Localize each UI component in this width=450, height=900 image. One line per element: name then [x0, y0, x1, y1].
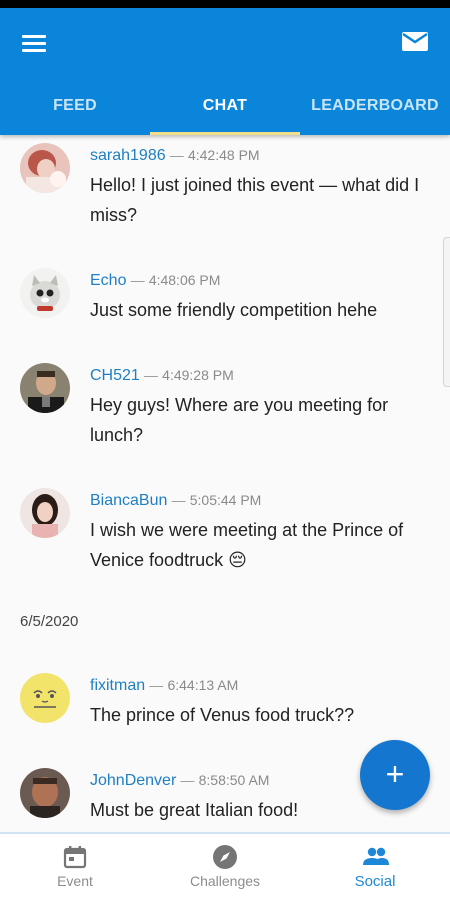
- message-header: JohnDenver — 8:58:50 AM: [90, 772, 269, 790]
- menu-icon[interactable]: [22, 32, 48, 54]
- message-username[interactable]: CH521: [90, 367, 140, 384]
- tab-bar: FEED CHAT LEADERBOARD: [0, 88, 450, 135]
- message-text: The prince of Venus food truck??: [90, 705, 355, 725]
- drawn-face-avatar[interactable]: [20, 673, 70, 723]
- tab-feed[interactable]: FEED: [0, 88, 150, 135]
- mail-icon[interactable]: [400, 28, 430, 54]
- drawer-edge-handle[interactable]: [443, 237, 450, 387]
- message-username[interactable]: BiancaBun: [90, 492, 167, 509]
- message-username[interactable]: JohnDenver: [90, 772, 176, 789]
- message-header: BiancaBun — 5:05:44 PM: [90, 492, 261, 510]
- separator: —: [169, 147, 184, 163]
- separator: —: [180, 772, 195, 788]
- message-username[interactable]: sarah1986: [90, 147, 166, 164]
- separator: —: [130, 272, 145, 288]
- bottom-navigation: Event Challenges Social: [0, 832, 450, 900]
- user-photo-avatar[interactable]: [20, 768, 70, 818]
- message-text: Just some friendly competition hehe: [90, 300, 378, 320]
- chat-list[interactable]: sarah1986 — 4:42:48 PM Hello! I just joi…: [0, 135, 450, 832]
- compass-icon: [212, 844, 238, 870]
- add-message-button[interactable]: +: [360, 740, 430, 810]
- user-photo-avatar[interactable]: [20, 363, 70, 413]
- message-time: 4:48:06 PM: [148, 272, 221, 288]
- message-time: 6:44:13 AM: [167, 677, 239, 693]
- nav-social[interactable]: Social: [300, 834, 450, 900]
- nav-social-label: Social: [354, 873, 396, 890]
- status-bar: [0, 0, 450, 8]
- message-header: fixitman — 6:44:13 AM: [90, 677, 238, 695]
- message-time: 4:42:48 PM: [187, 147, 260, 163]
- date-divider: 6/5/2020: [20, 613, 79, 630]
- message-header: Echo — 4:48:06 PM: [90, 272, 220, 290]
- tab-indicator: [150, 132, 300, 135]
- cat-photo-avatar[interactable]: [20, 268, 70, 318]
- message-time: 5:05:44 PM: [189, 492, 262, 508]
- separator: —: [171, 492, 186, 508]
- plus-icon: +: [385, 756, 405, 792]
- nav-event[interactable]: Event: [0, 834, 150, 900]
- nav-challenges[interactable]: Challenges: [150, 834, 300, 900]
- user-photo-avatar[interactable]: [20, 143, 70, 193]
- message-header: sarah1986 — 4:42:48 PM: [90, 147, 260, 165]
- people-icon: [362, 844, 389, 870]
- tab-chat[interactable]: CHAT: [150, 88, 300, 135]
- message-text: I wish we were meeting at the Prince of …: [90, 520, 404, 570]
- message-time: 8:58:50 AM: [198, 772, 270, 788]
- message-username[interactable]: fixitman: [90, 677, 145, 694]
- app-bar: FEED CHAT LEADERBOARD: [0, 8, 450, 135]
- nav-challenges-label: Challenges: [189, 873, 261, 889]
- message-header: CH521 — 4:49:28 PM: [90, 367, 234, 385]
- tab-leaderboard[interactable]: LEADERBOARD: [300, 88, 450, 135]
- message-username[interactable]: Echo: [90, 272, 126, 289]
- message-text: Hey guys! Where are you meeting for lunc…: [90, 395, 389, 445]
- message-time: 4:49:28 PM: [162, 367, 234, 383]
- separator: —: [149, 677, 164, 693]
- nav-event-label: Event: [57, 873, 93, 889]
- calendar-icon: [62, 844, 88, 870]
- user-photo-avatar[interactable]: [20, 488, 70, 538]
- separator: —: [143, 367, 158, 383]
- message-text: Hello! I just joined this event — what d…: [90, 175, 420, 225]
